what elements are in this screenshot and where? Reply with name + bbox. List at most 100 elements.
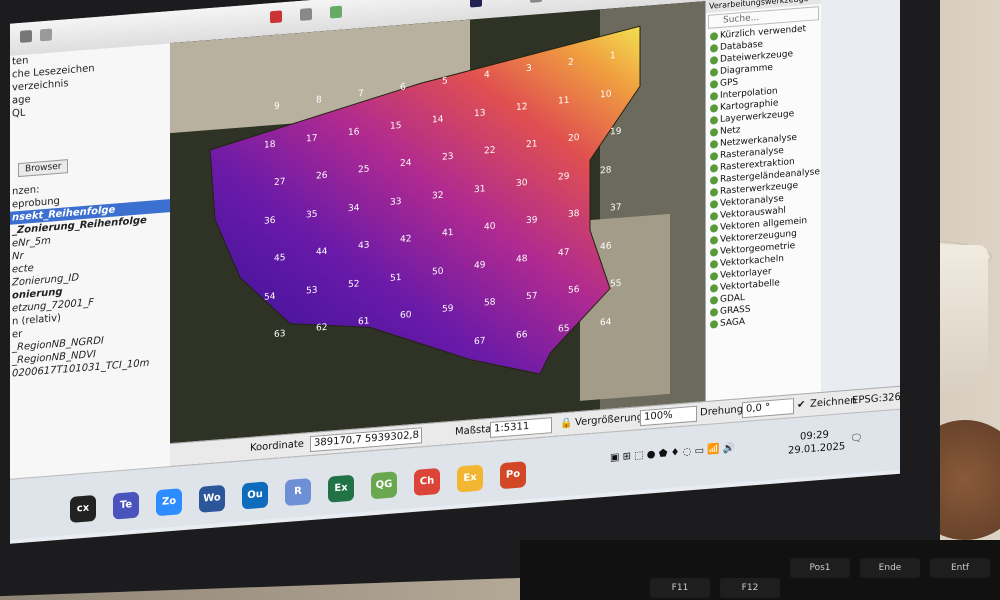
zone-label: 10 bbox=[600, 89, 612, 100]
zone-label: 33 bbox=[390, 197, 401, 208]
keyboard-key: Pos1 bbox=[790, 558, 850, 578]
qgis-algorithm-icon bbox=[710, 68, 718, 77]
clock-time[interactable]: 09:29 bbox=[800, 429, 829, 442]
zone-label: 22 bbox=[484, 146, 495, 157]
zone-label: 7 bbox=[358, 89, 364, 99]
zone-label: 53 bbox=[306, 286, 317, 297]
zone-label: 34 bbox=[348, 203, 360, 214]
zone-label: 67 bbox=[474, 336, 485, 347]
toolbar-icon[interactable] bbox=[330, 5, 342, 19]
zone-label: 54 bbox=[264, 292, 276, 303]
zone-label: 60 bbox=[400, 310, 412, 321]
qgis-algorithm-icon bbox=[710, 272, 718, 281]
zone-label: 20 bbox=[568, 133, 580, 144]
zone-label: 47 bbox=[558, 248, 569, 259]
rotation-value: 0,0 ° bbox=[746, 401, 771, 415]
zone-label: 9 bbox=[274, 102, 280, 112]
zone-label: 24 bbox=[400, 158, 412, 169]
zone-label: 64 bbox=[600, 317, 612, 328]
toolbar-icon[interactable] bbox=[300, 7, 312, 21]
scale-field[interactable]: 1:5311 bbox=[490, 417, 552, 438]
qgis-algorithm-icon bbox=[710, 56, 718, 65]
zone-label: 28 bbox=[600, 165, 612, 176]
keyboard-key: Entf bbox=[930, 558, 990, 578]
keyboard-key: F11 bbox=[650, 578, 710, 598]
taskbar-app-teams[interactable]: Te bbox=[113, 491, 139, 520]
zone-label: 66 bbox=[516, 330, 528, 341]
taskbar-app-powerpoint[interactable]: Po bbox=[500, 461, 526, 490]
zone-label: 29 bbox=[558, 172, 570, 183]
toolbar-icon[interactable] bbox=[20, 29, 32, 43]
zone-label: 41 bbox=[442, 228, 453, 239]
zone-label: 18 bbox=[264, 140, 276, 151]
zone-label: 48 bbox=[516, 254, 528, 265]
tab-browser[interactable]: Browser bbox=[18, 159, 69, 178]
zone-label: 26 bbox=[316, 171, 328, 182]
zone-label: 61 bbox=[358, 316, 369, 327]
zone-label: 59 bbox=[442, 304, 454, 315]
zone-label: 55 bbox=[610, 279, 621, 290]
crs-button[interactable]: EPSG:32633 bbox=[852, 391, 900, 407]
render-checkbox[interactable]: ✔ bbox=[797, 399, 805, 411]
data-source-list: ten che Lesezeichen verzeichnis age QL bbox=[10, 43, 170, 121]
zone-label: 62 bbox=[316, 323, 327, 334]
qgis-algorithm-icon bbox=[710, 104, 718, 113]
taskbar-app-outlook[interactable]: Ou bbox=[242, 481, 268, 510]
taskbar-app-chrome[interactable]: Ch bbox=[414, 467, 440, 496]
toolbar-icon[interactable] bbox=[40, 28, 52, 42]
qgis-algorithm-icon bbox=[710, 260, 718, 269]
zone-label: 14 bbox=[432, 115, 444, 126]
layers-panel: ten che Lesezeichen verzeichnis age QL Brows… bbox=[10, 43, 171, 486]
zone-label: 63 bbox=[274, 329, 285, 340]
clock-date[interactable]: 29.01.2025 bbox=[788, 441, 845, 457]
taskbar-app-excel[interactable]: Ex bbox=[328, 474, 354, 503]
rotation-label: Drehung bbox=[700, 404, 744, 419]
keyboard: F11 F12 Pos1 Ende Entf bbox=[520, 540, 1000, 600]
zone-label: 46 bbox=[600, 241, 612, 252]
zone-label: 51 bbox=[390, 273, 401, 284]
qgis-algorithm-icon bbox=[710, 284, 718, 293]
taskbar-app-qgis[interactable]: QG bbox=[371, 471, 397, 500]
toolbar-icon[interactable] bbox=[270, 10, 282, 24]
qgis-algorithm-icon bbox=[710, 152, 718, 161]
zone-label: 35 bbox=[306, 210, 317, 221]
map-canvas[interactable]: 1 2 3 4 5 6 7 8 9 10 11 12 13 14 15 16 17 18 19 20 21 22 23 24 2… bbox=[170, 1, 705, 474]
zone-label: 31 bbox=[474, 184, 485, 195]
zone-label: 56 bbox=[568, 285, 580, 296]
zone-label: 37 bbox=[610, 203, 621, 214]
zone-label: 5 bbox=[442, 76, 448, 86]
zone-label: 4 bbox=[484, 70, 490, 80]
qgis-algorithm-icon bbox=[710, 140, 718, 149]
qgis-algorithm-icon bbox=[710, 116, 718, 125]
magnifier-field[interactable]: 100% bbox=[640, 405, 697, 427]
taskbar-app-word[interactable]: Wo bbox=[199, 484, 225, 513]
zone-label: 8 bbox=[316, 95, 322, 105]
lock-icon[interactable]: 🔒 bbox=[560, 418, 572, 430]
cursor-icon[interactable] bbox=[470, 0, 482, 8]
zone-label: 38 bbox=[568, 209, 580, 220]
taskbar-app-r[interactable]: R bbox=[285, 478, 311, 507]
render-label: Zeichnen bbox=[810, 395, 857, 410]
notification-icon[interactable]: 🗨 bbox=[850, 433, 863, 445]
toolbox-item-label: Netz bbox=[720, 125, 741, 137]
map-svg: 1234567891011121314151617181920212223242… bbox=[170, 1, 705, 474]
tray-icons[interactable]: ▣ ⊞ ⬚ ● ⬟ ♦ ◌ ▭ 📶 🔊 bbox=[610, 443, 735, 464]
keyboard-key: F12 bbox=[720, 578, 780, 598]
qgis-algorithm-icon bbox=[710, 236, 718, 245]
taskbar-app-cx[interactable]: cx bbox=[70, 494, 96, 523]
taskbar-app-explorer[interactable]: Ex bbox=[457, 464, 483, 493]
qgis-algorithm-icon bbox=[710, 296, 718, 305]
zone-label: 11 bbox=[558, 96, 569, 107]
rotation-field[interactable]: 0,0 ° bbox=[742, 398, 794, 419]
toolbar-icon[interactable] bbox=[530, 0, 542, 3]
toolbox-item-label: SAGA bbox=[720, 316, 746, 329]
processing-toolbox: Verarbeitungswerkzeuge Suche... Kürzlich… bbox=[705, 0, 821, 402]
taskbar-app-zoom[interactable]: Zo bbox=[156, 488, 182, 517]
zone-label: 42 bbox=[400, 234, 411, 245]
qgis-algorithm-icon bbox=[710, 212, 718, 221]
qgis-algorithm-icon bbox=[710, 200, 718, 209]
coordinate-label: Koordinate bbox=[250, 438, 304, 454]
zone-label: 25 bbox=[358, 164, 369, 175]
keyboard-key: Ende bbox=[860, 558, 920, 578]
zone-label: 57 bbox=[526, 291, 537, 302]
